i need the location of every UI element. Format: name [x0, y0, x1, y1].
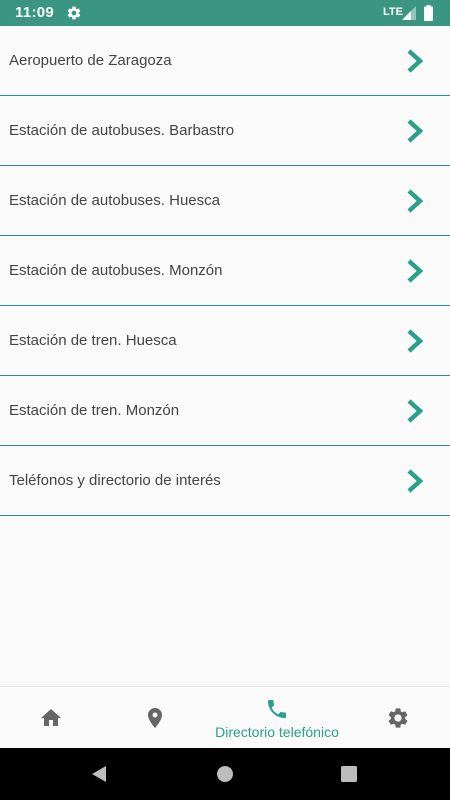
list-item[interactable]: Estación de tren. Huesca	[0, 306, 450, 376]
chevron-right-icon	[407, 49, 424, 73]
nav-settings-button[interactable]	[348, 687, 448, 749]
list-item-label: Estación de autobuses. Barbastro	[9, 122, 235, 139]
chevron-right-icon	[407, 469, 424, 493]
home-circle-icon[interactable]	[217, 766, 233, 782]
list-item[interactable]: Estación de tren. Monzón	[0, 376, 450, 446]
list-item-label: Teléfonos y directorio de interés	[9, 472, 221, 489]
list-item[interactable]: Estación de autobuses. Barbastro	[0, 96, 450, 166]
map-pin-icon	[148, 708, 162, 728]
list-item[interactable]: Aeropuerto de Zaragoza	[0, 26, 450, 96]
chevron-right-icon	[407, 329, 424, 353]
status-time: 11:09	[15, 4, 55, 21]
signal-icon	[402, 6, 416, 20]
battery-icon	[424, 5, 433, 21]
status-bar: 11:09 LTE	[0, 0, 450, 26]
chevron-right-icon	[407, 189, 424, 213]
nav-home-button[interactable]	[2, 687, 102, 749]
nav-phone-label: Directorio telefónico	[215, 724, 339, 740]
list-item-label: Estación de tren. Monzón	[9, 402, 180, 419]
list-item[interactable]: Estación de autobuses. Monzón	[0, 236, 450, 306]
network-type: LTE	[383, 6, 403, 18]
directory-list: Aeropuerto de Zaragoza Estación de autob…	[0, 26, 450, 516]
nav-phone-directory-button[interactable]: Directorio telefónico	[202, 687, 352, 749]
list-item[interactable]: Estación de autobuses. Huesca	[0, 166, 450, 236]
bottom-navigation: Directorio telefónico	[0, 686, 450, 748]
settings-gear-icon	[67, 6, 81, 20]
list-item-label: Estación de autobuses. Huesca	[9, 192, 220, 209]
back-icon[interactable]	[90, 765, 108, 783]
recents-icon[interactable]	[341, 766, 357, 782]
system-navigation-bar	[0, 748, 450, 800]
list-item-label: Estación de tren. Huesca	[9, 332, 177, 349]
chevron-right-icon	[407, 399, 424, 423]
list-item-label: Estación de autobuses. Monzón	[9, 262, 223, 279]
phone-icon	[268, 700, 286, 718]
home-icon	[41, 709, 61, 726]
chevron-right-icon	[407, 119, 424, 143]
settings-icon	[388, 708, 408, 728]
nav-map-button[interactable]	[105, 687, 205, 749]
list-item-label: Aeropuerto de Zaragoza	[9, 52, 172, 69]
list-item[interactable]: Teléfonos y directorio de interés	[0, 446, 450, 516]
chevron-right-icon	[407, 259, 424, 283]
